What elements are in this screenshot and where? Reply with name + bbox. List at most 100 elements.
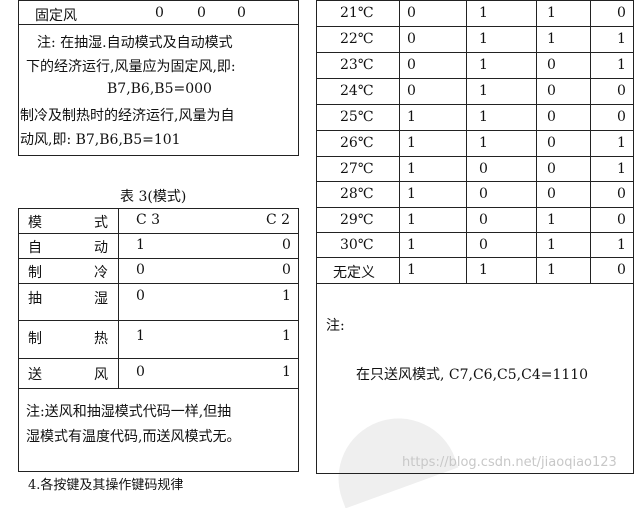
temp-row-bit: 0	[479, 212, 488, 228]
mode-row-auto-c3: 1	[136, 237, 145, 253]
temp-row-bit: 0	[617, 212, 626, 228]
mode-row-cool-c3: 0	[136, 262, 145, 278]
temp-row-bit: 1	[617, 237, 626, 253]
temp-row-bit: 1	[407, 237, 416, 253]
mode-row-heat-c2: 1	[282, 328, 291, 344]
mode-row-fan-c2: 1	[282, 364, 291, 380]
temp-row-bit: 0	[547, 161, 556, 177]
temp-row-bit: 1	[479, 57, 488, 73]
temp-row-label: 25℃	[340, 109, 374, 125]
fan-note-line-3: B7,B6,B5=000	[107, 81, 212, 97]
table-row-divider	[316, 257, 634, 258]
temp-note-text: 在只送风模式, C7,C6,C5,C4=1110	[356, 367, 589, 383]
fan-note-line-2: 下的经济运行,风量应为固定风,即:	[26, 59, 236, 75]
mode-row-dry-c3: 0	[136, 288, 145, 304]
table-row-divider	[316, 207, 634, 208]
temp-row-bit: 1	[407, 262, 416, 278]
table-row-divider	[316, 130, 634, 131]
mode-row-dry-c2: 1	[282, 288, 291, 304]
section-heading-fragment: 4.各按键及其操作键码规律	[28, 478, 184, 493]
fan-note-line-4: 制冷及制热时的经济运行,风量为自	[20, 108, 235, 124]
temp-row-bit: 0	[617, 5, 626, 21]
mode-row-heat-name-1: 制	[28, 331, 42, 347]
temp-row-label: 22℃	[340, 31, 374, 47]
mode-note-line-1: 注:送风和抽湿模式代码一样,但抽	[26, 404, 232, 420]
temp-row-bit: 0	[407, 57, 416, 73]
mode-row-auto-name-1: 自	[28, 240, 42, 256]
temp-row-label: 29℃	[340, 212, 374, 228]
temp-row-bit: 0	[407, 83, 416, 99]
fixed-fan-label: 固定风	[35, 8, 77, 24]
table-row-divider	[316, 283, 634, 284]
temp-row-bit: 1	[479, 83, 488, 99]
temp-row-bit: 1	[479, 135, 488, 151]
mode-note-line-2: 湿模式有温度代码,而送风模式无。	[26, 429, 241, 445]
temp-row-bit: 0	[617, 83, 626, 99]
temp-row-bit: 1	[547, 5, 556, 21]
table-row-divider	[316, 52, 634, 53]
table-row-divider	[316, 181, 634, 182]
temp-row-bit: 1	[617, 161, 626, 177]
temp-row-bit: 0	[407, 31, 416, 47]
table-row-divider	[316, 26, 634, 27]
mode-header-c3: C 3	[136, 212, 161, 228]
mode-row-fan-name-1: 送	[28, 367, 42, 383]
mode-header-char-1: 模	[28, 215, 42, 231]
fixed-fan-b6: 0	[197, 5, 206, 21]
temp-row-bit: 0	[617, 186, 626, 202]
fan-note-line-1: 注: 在抽湿.自动模式及自动模式	[37, 35, 233, 51]
watermark-text: https://blog.csdn.net/jiaoqiao123	[402, 455, 617, 470]
temp-row-label: 24℃	[340, 83, 374, 99]
temp-row-bit: 1	[407, 212, 416, 228]
temp-row-bit: 0	[407, 5, 416, 21]
temp-row-label: 23℃	[340, 57, 374, 73]
fan-note-line-5: 动风,即: B7,B6,B5=101	[20, 132, 181, 148]
temp-row-bit: 1	[479, 31, 488, 47]
temp-row-label: 21℃	[340, 5, 374, 21]
temp-row-bit: 0	[617, 262, 626, 278]
temp-row-bit: 0	[547, 57, 556, 73]
temp-row-label: 27℃	[340, 161, 374, 177]
temp-row-bit: 1	[617, 31, 626, 47]
temp-row-bit: 1	[407, 186, 416, 202]
temp-row-bit: 1	[617, 57, 626, 73]
temp-row-bit: 1	[547, 212, 556, 228]
fixed-fan-b5: 0	[237, 5, 246, 21]
temp-note-label: 注:	[326, 318, 345, 334]
table-row-divider	[316, 78, 634, 79]
temp-row-bit: 1	[547, 31, 556, 47]
mode-row-auto-name-2: 动	[94, 240, 108, 256]
mode-row-auto-c2: 0	[282, 237, 291, 253]
mode-row-fan-c3: 0	[136, 364, 145, 380]
temp-row-label: 28℃	[340, 186, 374, 202]
mode-table-caption: 表 3(模式)	[120, 189, 187, 205]
mode-row-heat-name-2: 热	[94, 331, 108, 347]
temp-row-label: 30℃	[340, 237, 374, 253]
temp-row-bit: 0	[547, 83, 556, 99]
table-row-divider	[316, 232, 634, 233]
temp-row-bit: 1	[407, 135, 416, 151]
temp-row-bit: 1	[407, 109, 416, 125]
temp-row-bit: 0	[547, 109, 556, 125]
table-row-divider	[316, 104, 634, 105]
mode-row-cool-name-1: 制	[28, 265, 42, 281]
temp-row-bit: 0	[479, 186, 488, 202]
mode-header-c2: C 2	[266, 212, 291, 228]
temp-row-bit: 1	[479, 262, 488, 278]
temp-row-bit: 0	[479, 161, 488, 177]
mode-row-dry-name-1: 抽	[28, 291, 42, 307]
table-row-divider	[316, 156, 634, 157]
temp-row-label: 26℃	[340, 135, 374, 151]
fixed-fan-b7: 0	[155, 5, 164, 21]
temp-row-bit: 1	[479, 5, 488, 21]
temp-row-bit: 0	[617, 109, 626, 125]
temp-row-bit: 0	[479, 237, 488, 253]
temp-row-bit: 1	[547, 237, 556, 253]
mode-row-cool-c2: 0	[282, 262, 291, 278]
mode-row-dry-name-2: 湿	[94, 291, 108, 307]
mode-row-fan-name-2: 风	[94, 367, 108, 383]
temp-row-bit: 0	[547, 135, 556, 151]
mode-row-cool-name-2: 冷	[94, 265, 108, 281]
temp-row-bit: 1	[547, 262, 556, 278]
temp-row-bit: 0	[547, 186, 556, 202]
